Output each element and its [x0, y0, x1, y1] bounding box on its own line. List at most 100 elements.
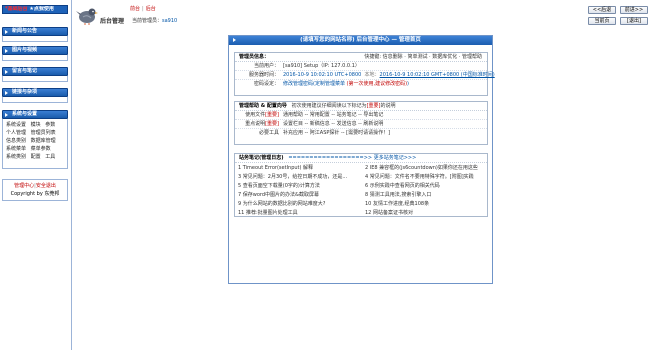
- admin-info-title: 管理员信息：: [239, 54, 270, 60]
- change-password-link[interactable]: 修改管理密码(定制管理菜单: [283, 81, 347, 87]
- menu-panel-links: [2, 97, 68, 103]
- menu-panel-system: 系统设置 模块 参数 个人管理 管理员列表 信息类别 数据库管理 系统菜单 菜单…: [2, 119, 68, 169]
- menu-item-database[interactable]: 数据库管理: [31, 137, 56, 145]
- note-item[interactable]: 5 查看页面空下载量(0字的)计算方法: [235, 182, 357, 191]
- help-row-key: 重点说明[重要] 设置栏目 -- 新稿信息 -- 发送信息 -- 刷新说明: [235, 120, 487, 129]
- password-tail: ): [407, 81, 409, 87]
- password-warning: (第一次使用,建议修改密码): [346, 81, 408, 87]
- menu-head-news[interactable]: 新闻与公告: [2, 27, 68, 36]
- info-row-user: 当前用户： [sa910] Setup（IP: 127.0.0.1）: [235, 62, 487, 71]
- left-sidebar: *基础后台 ★点我使用 新闻与公告 图片与视频 留言与笔记 链接与杂项 系统与设…: [0, 0, 72, 350]
- menu-item-tools[interactable]: 工具: [45, 153, 55, 161]
- help-title: 管理帮助 & 配置向导: [239, 103, 287, 109]
- menu-item-params[interactable]: 参数: [45, 121, 55, 129]
- info-row-password: 密码设定： 修改管理密码(定制管理菜单 (第一次使用,建议修改密码)): [235, 80, 487, 89]
- link-separator: |: [142, 6, 144, 12]
- menu-head-images[interactable]: 图片与视频: [2, 46, 68, 55]
- note-item[interactable]: 9 为什么网站的数据比别的网站难度大?: [235, 200, 357, 209]
- admin-info-head: 管理员信息： 快捷键: 信息删除 · 简单测试 · 数据库优化 · 管理帮助: [235, 53, 487, 62]
- brand-label: ★点我使用: [29, 6, 54, 12]
- notes-box: 站务笔记(管理日志) ==================>> 更多站务笔记>>…: [234, 153, 488, 217]
- info-value: [sa910] Setup（IP: 127.0.0.1）: [283, 63, 360, 69]
- forward-button[interactable]: 前进>>: [620, 6, 648, 14]
- menu-panel-messages: [2, 76, 68, 82]
- help-row-tools: 必要工具 补充应用 -- 阿江ASP探针 -- [需要时请请操作！]: [235, 129, 487, 138]
- help-label-important: [重要]: [265, 112, 279, 118]
- note-item[interactable]: 4 常见问题：文件名不要用特殊字符。[附图]实践: [362, 173, 484, 182]
- help-box: 管理帮助 & 配置向导 初次使用建议仔细阅读以下标记为[重要]的说明 使用文件[…: [234, 101, 488, 145]
- menu-head-messages[interactable]: 留言与笔记: [2, 67, 68, 76]
- help-label: 必要工具: [235, 129, 279, 138]
- current-admin: 当前管理员：sa910: [132, 17, 177, 24]
- more-notes-link[interactable]: ==================>> 更多站务笔记>>>: [288, 155, 416, 161]
- local-time-link[interactable]: 2016-10-9 10:02:10 GMT+0800 (中国标准时间): [380, 72, 495, 78]
- menu-head-links[interactable]: 链接与杂项: [2, 88, 68, 97]
- top-header: 后台管理 前台 | 后台 当前管理员：sa910 <<后退 前进>> 当前页 [退出…: [72, 0, 650, 30]
- admin-prefix: 当前管理员：: [132, 18, 163, 24]
- help-label: 使用文件[重要]: [235, 111, 279, 120]
- top-links: 前台 | 后台: [130, 5, 156, 12]
- help-label-text: 重点说明: [245, 121, 266, 127]
- info-label: 服务器时间：: [248, 72, 279, 78]
- notes-grid: 1 Timeout Error(setInput) 解释 2 IE8 兼容框的(…: [235, 163, 487, 216]
- menu-item-info-category[interactable]: 信息类别: [6, 137, 26, 145]
- note-item[interactable]: 11 推荐:批量图片处理工具: [235, 209, 357, 218]
- local-label: 本地：: [364, 72, 380, 78]
- frontend-link[interactable]: 前台: [130, 6, 140, 12]
- help-label-text: 必要工具: [258, 130, 279, 136]
- help-links[interactable]: 补充应用 -- 阿江ASP探针 -- [需要时请请操作！]: [283, 129, 390, 138]
- menu-item-system-menu[interactable]: 系统菜单: [6, 145, 26, 153]
- admin-name: sa910: [162, 18, 178, 24]
- notes-title: 站务笔记(管理日志): [239, 155, 284, 161]
- logo-text: 后台管理: [100, 18, 125, 25]
- back-button[interactable]: <<后退: [588, 6, 616, 14]
- help-links[interactable]: 通用帮助 -- 常用配置 -- 站务笔记 -- 导出笔记: [283, 111, 383, 120]
- tools-panel: 管理中心|安全退出 Copyright by 东莞邦: [2, 179, 68, 201]
- brand-bar[interactable]: *基础后台 ★点我使用: [2, 5, 68, 14]
- menu-item-system-category[interactable]: 系统类别: [6, 153, 26, 161]
- menu-item-modules[interactable]: 模块: [31, 121, 41, 129]
- note-item[interactable]: 8 猜测工具用法,搜索引擎入口: [362, 191, 484, 200]
- backend-link[interactable]: 后台: [146, 6, 156, 12]
- help-label-important: [重要]: [265, 121, 279, 127]
- main-panel: (请填写您的网站名称) 后台管理中心 — 管理首页 管理员信息： 快捷键: 信息…: [228, 35, 495, 284]
- menu-panel-news: [2, 36, 68, 42]
- main-title: (请填写您的网站名称) 后台管理中心 — 管理首页: [229, 36, 492, 45]
- menu-item-admin-list[interactable]: 管理员列表: [31, 129, 56, 137]
- menu-head-system[interactable]: 系统与设置: [2, 110, 68, 119]
- menu-item-personal[interactable]: 个人管理: [6, 129, 26, 137]
- admin-info-box: 管理员信息： 快捷键: 信息删除 · 简单测试 · 数据库优化 · 管理帮助 当…: [234, 52, 495, 96]
- note-item[interactable]: 2 IE8 兼容框的(js6countdown)如果你还在用这些: [362, 164, 484, 173]
- info-label: 密码设定：: [253, 81, 279, 87]
- note-item[interactable]: 3 常见问题：2月30号，给控日期不成功，还是...: [235, 173, 357, 182]
- help-head: 管理帮助 & 配置向导 初次使用建议仔细阅读以下标记为[重要]的说明: [235, 102, 487, 111]
- note-item[interactable]: 10 友情工作进度,经典108条: [362, 200, 484, 209]
- logout-button[interactable]: [退出]: [620, 17, 648, 25]
- menu-item-system-settings[interactable]: 系统设置: [6, 121, 26, 129]
- info-value[interactable]: 修改管理密码(定制管理菜单 (第一次使用,建议修改密码)): [283, 80, 409, 89]
- menu-item-menu-params[interactable]: 菜单参数: [31, 145, 51, 153]
- copyright-text: Copyright by 东莞邦: [10, 191, 60, 197]
- help-label-text: 使用文件: [245, 112, 266, 118]
- server-time: 2016-10-9 10:02:10 UTC+0800: [283, 72, 362, 78]
- quick-keys[interactable]: 快捷键: 信息删除 · 简单测试 · 数据库优化 · 管理帮助: [364, 53, 482, 62]
- help-links[interactable]: 设置栏目 -- 新稿信息 -- 发送信息 -- 刷新说明: [283, 120, 383, 129]
- note-item[interactable]: 7 保存word中图片的办法&截取屏幕: [235, 191, 357, 200]
- help-row-usage: 使用文件[重要] 通用帮助 -- 常用配置 -- 站务笔记 -- 导出笔记: [235, 111, 487, 120]
- safe-logout-link[interactable]: 安全退出: [36, 183, 56, 189]
- brand-label-red: *基础后台: [5, 6, 28, 12]
- help-note-pre: 初次使用建议仔细阅读以下标记为: [291, 103, 367, 109]
- info-label: 当前用户：: [253, 63, 279, 69]
- note-item[interactable]: 6 示例实践中查看网页的相关代码: [362, 182, 484, 191]
- info-row-time: 服务器时间： 2016-10-9 10:02:10 UTC+0800 本地：20…: [235, 71, 495, 80]
- note-item[interactable]: 12 网站备案证书核对: [362, 209, 484, 218]
- note-item[interactable]: 1 Timeout Error(setInput) 解释: [235, 164, 357, 173]
- admin-center-link[interactable]: 管理中心: [14, 183, 34, 189]
- current-page-button[interactable]: 当前页: [588, 17, 616, 25]
- notes-head: 站务笔记(管理日志) ==================>> 更多站务笔记>>…: [235, 154, 487, 163]
- help-note-post: 的说明: [380, 103, 396, 109]
- menu-item-config[interactable]: 配置: [31, 153, 41, 161]
- pigeon-logo-icon: [76, 8, 98, 25]
- help-label: 重点说明[重要]: [235, 120, 279, 129]
- help-note-red: [重要]: [366, 103, 381, 109]
